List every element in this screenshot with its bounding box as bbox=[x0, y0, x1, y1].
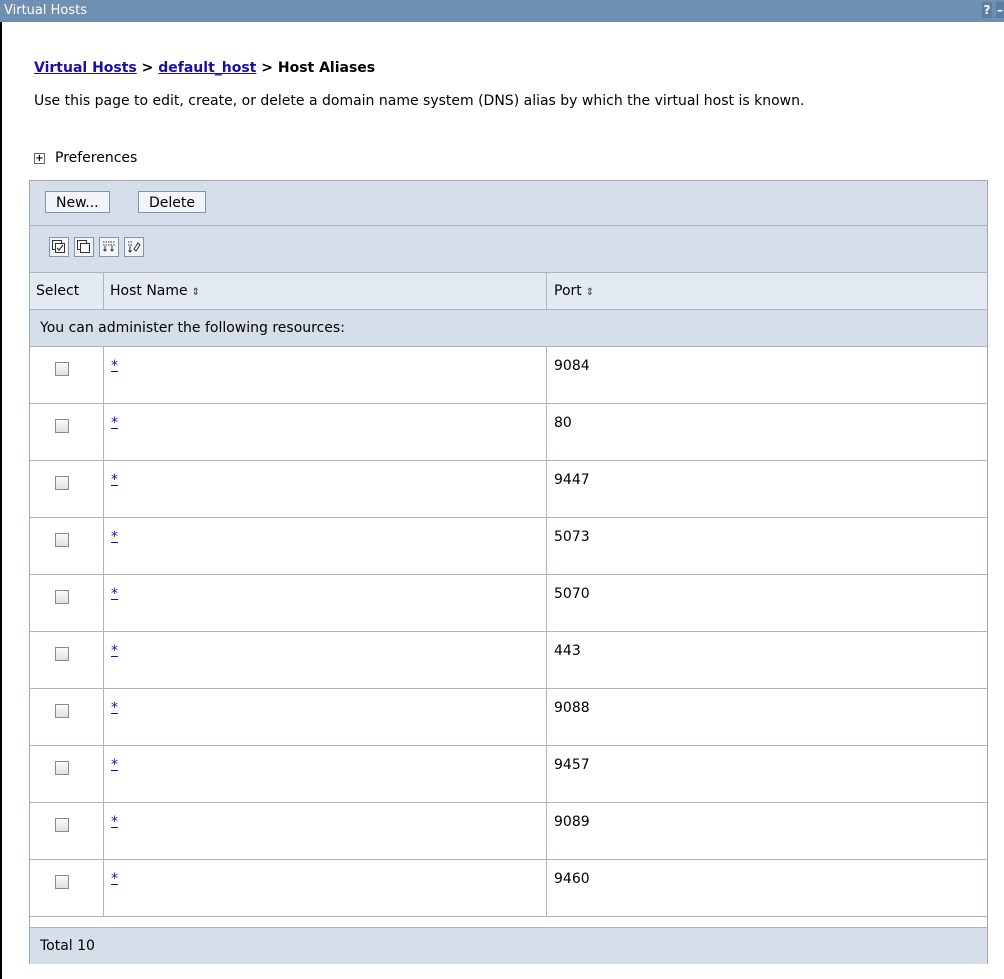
window-titlebar: Virtual Hosts ? – bbox=[0, 0, 1004, 22]
host-name-label[interactable]: Host Name bbox=[110, 283, 188, 299]
table-row: * 80 bbox=[30, 404, 987, 461]
port-value: 9088 bbox=[554, 700, 590, 716]
table-row: * 5070 bbox=[30, 575, 987, 632]
row-checkbox[interactable] bbox=[55, 419, 69, 433]
column-divider bbox=[546, 404, 547, 460]
column-divider bbox=[103, 746, 104, 802]
port-value: 5070 bbox=[554, 586, 590, 602]
host-name-link[interactable]: * bbox=[111, 700, 118, 716]
host-name-link[interactable]: * bbox=[111, 814, 118, 830]
new-button[interactable]: New... bbox=[45, 191, 110, 213]
table-body: * 9084 * 80 * 9447 * 5073 * 5070 * 443 *… bbox=[30, 347, 987, 917]
host-name-link[interactable]: * bbox=[111, 757, 118, 773]
host-name-link[interactable]: * bbox=[111, 643, 118, 659]
column-header-select: Select bbox=[36, 283, 80, 299]
host-name-link[interactable]: * bbox=[111, 871, 118, 887]
table-header: Select Host Name ⇕ Port ⇕ bbox=[30, 273, 987, 310]
host-name-link[interactable]: * bbox=[111, 415, 118, 431]
column-divider bbox=[546, 689, 547, 745]
column-divider bbox=[546, 575, 547, 631]
column-divider bbox=[103, 632, 104, 688]
port-value: 443 bbox=[554, 643, 581, 659]
table-row: * 9084 bbox=[30, 347, 987, 404]
expand-icon[interactable]: + bbox=[34, 152, 45, 164]
port-value: 9447 bbox=[554, 472, 590, 488]
total-count: Total 10 bbox=[40, 938, 95, 954]
row-checkbox[interactable] bbox=[55, 761, 69, 775]
table-footer: Total 10 bbox=[30, 927, 987, 964]
breadcrumb-virtual-hosts[interactable]: Virtual Hosts bbox=[34, 60, 137, 76]
row-checkbox[interactable] bbox=[55, 818, 69, 832]
table-row: * 5073 bbox=[30, 518, 987, 575]
column-divider bbox=[546, 632, 547, 688]
column-divider bbox=[103, 575, 104, 631]
show-filter-icon[interactable] bbox=[99, 237, 119, 257]
host-name-link[interactable]: * bbox=[111, 472, 118, 488]
breadcrumb-separator: > bbox=[256, 60, 278, 76]
page-description: Use this page to edit, create, or delete… bbox=[34, 93, 805, 109]
column-divider bbox=[103, 860, 104, 916]
column-divider bbox=[103, 689, 104, 745]
breadcrumb-current: Host Aliases bbox=[277, 60, 376, 76]
preferences-toggle[interactable]: + Preferences bbox=[34, 150, 137, 166]
port-label[interactable]: Port bbox=[554, 283, 582, 299]
row-checkbox[interactable] bbox=[55, 704, 69, 718]
row-checkbox[interactable] bbox=[55, 476, 69, 490]
window-title: Virtual Hosts bbox=[4, 3, 87, 18]
column-divider bbox=[546, 860, 547, 916]
sort-icon[interactable]: ⇕ bbox=[192, 275, 200, 311]
delete-button[interactable]: Delete bbox=[138, 191, 206, 213]
column-divider bbox=[103, 273, 104, 309]
column-divider bbox=[546, 746, 547, 802]
breadcrumb: Virtual Hosts > default_host > Host Alia… bbox=[34, 60, 375, 76]
minimize-button[interactable]: – bbox=[996, 2, 1004, 18]
selection-toolbar bbox=[30, 226, 987, 273]
row-checkbox[interactable] bbox=[55, 875, 69, 889]
column-divider bbox=[546, 273, 547, 309]
row-checkbox[interactable] bbox=[55, 647, 69, 661]
table-row: * 9447 bbox=[30, 461, 987, 518]
preferences-label[interactable]: Preferences bbox=[55, 150, 137, 166]
breadcrumb-separator: > bbox=[136, 60, 159, 76]
row-checkbox[interactable] bbox=[55, 362, 69, 376]
column-header-port[interactable]: Port ⇕ bbox=[554, 273, 594, 309]
column-divider bbox=[103, 404, 104, 460]
column-header-host-name[interactable]: Host Name ⇕ bbox=[110, 273, 200, 309]
table-row: * 9088 bbox=[30, 689, 987, 746]
frame-border bbox=[0, 22, 2, 979]
action-toolbar: New... Delete bbox=[30, 181, 987, 226]
host-name-link[interactable]: * bbox=[111, 358, 118, 374]
clear-filter-icon[interactable] bbox=[124, 237, 144, 257]
admin-message-row: You can administer the following resourc… bbox=[30, 310, 987, 347]
deselect-all-icon[interactable] bbox=[74, 237, 94, 257]
row-checkbox[interactable] bbox=[55, 590, 69, 604]
port-value: 80 bbox=[554, 415, 572, 431]
table-row: * 443 bbox=[30, 632, 987, 689]
host-aliases-collection: New... Delete Select Host Name ⇕ Port ⇕ Yo… bbox=[29, 180, 988, 964]
table-row: * 9089 bbox=[30, 803, 987, 860]
host-name-link[interactable]: * bbox=[111, 586, 118, 602]
help-button[interactable]: ? bbox=[982, 2, 992, 18]
column-divider bbox=[103, 803, 104, 859]
column-divider bbox=[546, 518, 547, 574]
row-checkbox[interactable] bbox=[55, 533, 69, 547]
port-value: 9084 bbox=[554, 358, 590, 374]
column-divider bbox=[103, 461, 104, 517]
host-name-link[interactable]: * bbox=[111, 529, 118, 545]
table-row: * 9457 bbox=[30, 746, 987, 803]
table-row: * 9460 bbox=[30, 860, 987, 917]
column-divider bbox=[103, 347, 104, 403]
port-value: 9457 bbox=[554, 757, 590, 773]
port-value: 5073 bbox=[554, 529, 590, 545]
select-all-icon[interactable] bbox=[49, 237, 69, 257]
column-divider bbox=[546, 347, 547, 403]
port-value: 9460 bbox=[554, 871, 590, 887]
column-divider bbox=[103, 518, 104, 574]
port-value: 9089 bbox=[554, 814, 590, 830]
breadcrumb-default-host[interactable]: default_host bbox=[158, 60, 256, 76]
sort-icon[interactable]: ⇕ bbox=[586, 275, 594, 311]
column-divider bbox=[546, 803, 547, 859]
admin-message: You can administer the following resourc… bbox=[40, 320, 345, 336]
column-divider bbox=[546, 461, 547, 517]
